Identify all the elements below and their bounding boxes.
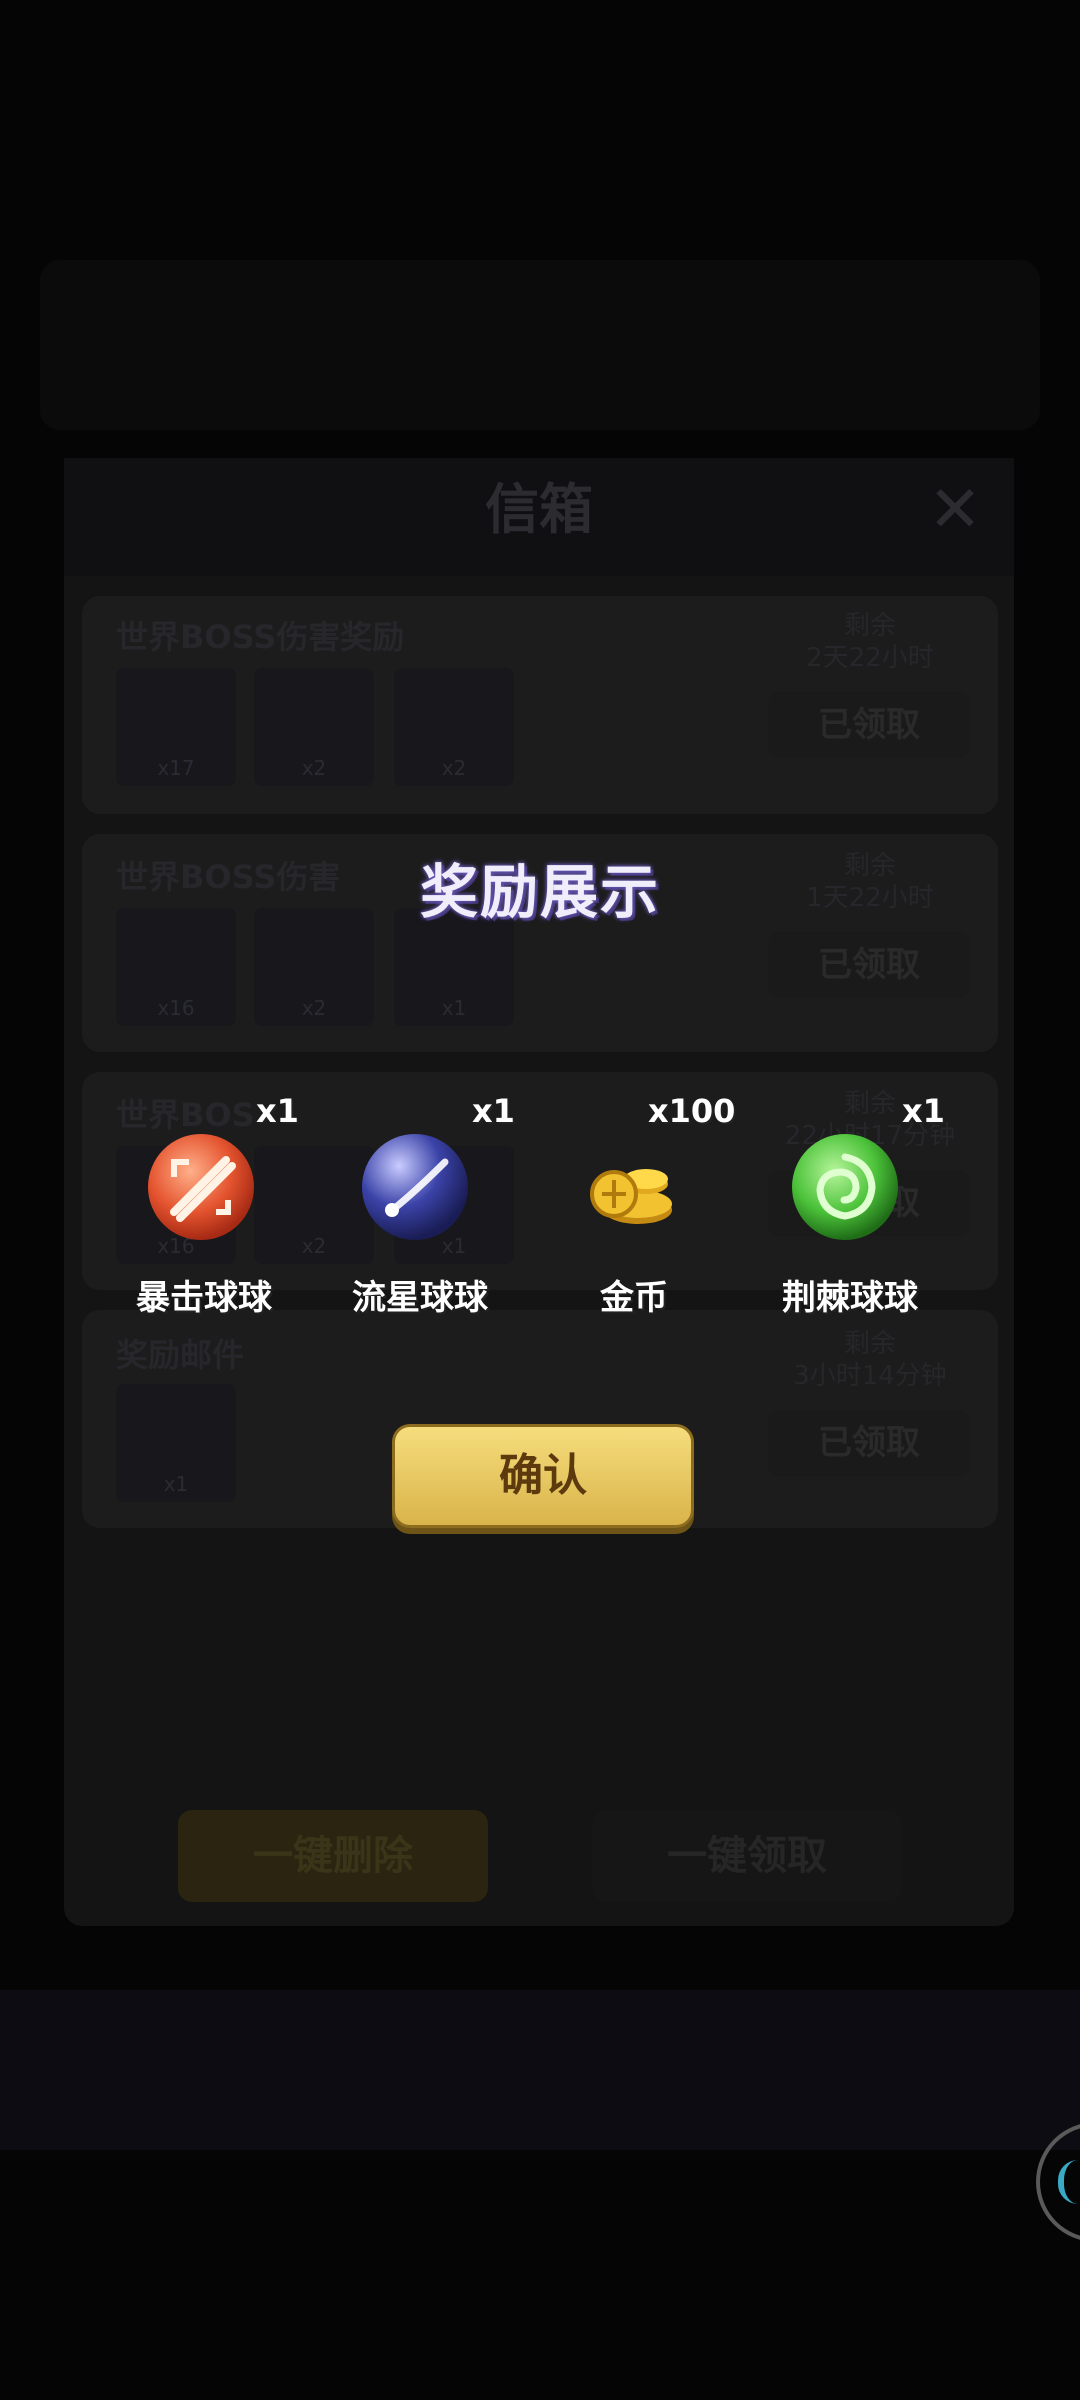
item-count: x1 [163, 1472, 189, 1496]
background-banner [40, 260, 1040, 430]
mailbox-title: 信箱 [485, 478, 593, 541]
reward-quantity: x100 [648, 1092, 736, 1130]
item-count: x2 [441, 756, 467, 780]
claim-all-button[interactable]: 一键领取 [592, 1810, 902, 1902]
delete-all-button[interactable]: 一键删除 [178, 1810, 488, 1902]
gold-coins-icon [590, 1169, 672, 1224]
mail-remain-time: 3小时14分钟 [793, 1361, 947, 1391]
reward-quantity: x1 [472, 1092, 515, 1130]
item-count: x1 [441, 996, 467, 1020]
thorn-ball-icon [792, 1134, 898, 1240]
meteor-ball-icon [362, 1134, 468, 1240]
background-bottom-bar [0, 1990, 1080, 2150]
mail-remain-label: 剩余 [843, 611, 896, 641]
claimed-button[interactable]: 已领取 [768, 692, 970, 758]
close-icon[interactable]: ✕ [920, 470, 990, 550]
reward-name: 金币 [600, 1278, 668, 1318]
reward-quantity: x1 [902, 1092, 945, 1130]
item-count: x16 [157, 996, 195, 1020]
item-count: x2 [301, 1234, 327, 1258]
item-count: x2 [301, 756, 327, 780]
mail-remain-label: 剩余 [843, 1329, 896, 1359]
claimed-button[interactable]: 已领取 [768, 932, 970, 998]
item-count: x2 [301, 996, 327, 1020]
reward-name: 流星球球 [352, 1278, 488, 1318]
mail-title: 奖励邮件 [116, 1336, 245, 1374]
item-count: x17 [157, 756, 195, 780]
mail-title: 世界BOSS伤害奖励 [116, 618, 405, 656]
mail-remain-time: 2天22小时 [806, 643, 934, 673]
crit-ball-icon [148, 1134, 254, 1240]
reward-title: 奖励展示 [419, 858, 660, 926]
mail-remain-label: 剩余 [843, 1089, 896, 1119]
reward-name: 暴击球球 [136, 1278, 272, 1318]
mail-title: 世界BOS [116, 1096, 255, 1134]
reward-name: 荆棘球球 [782, 1278, 918, 1318]
claimed-button[interactable]: 已领取 [768, 1410, 970, 1476]
confirm-button[interactable]: 确认 [392, 1424, 694, 1528]
reward-quantity: x1 [256, 1092, 299, 1130]
